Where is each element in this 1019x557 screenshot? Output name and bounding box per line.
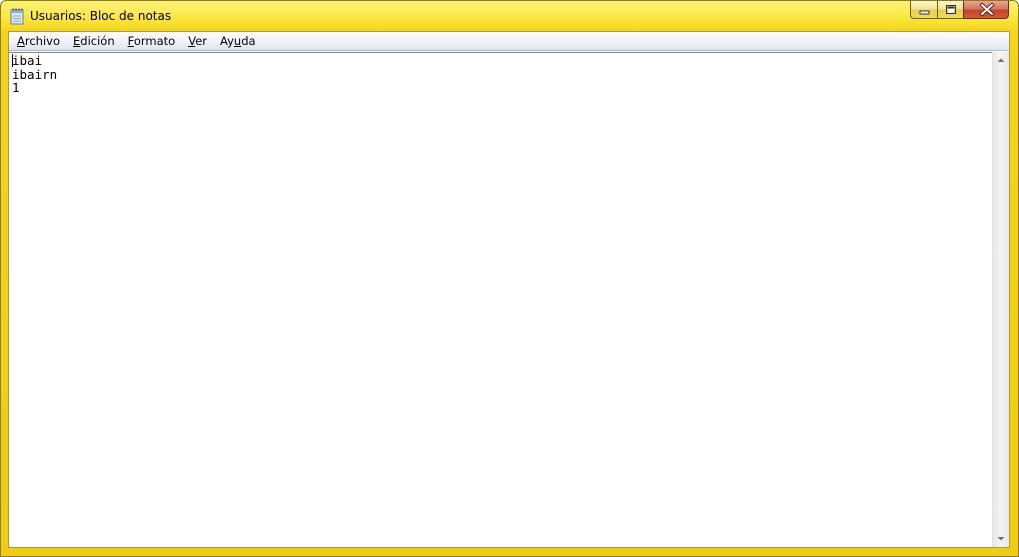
scroll-down-arrow-icon <box>997 537 1005 541</box>
minimize-icon <box>919 10 930 15</box>
menu-archivo-label: rchivo <box>24 34 60 48</box>
menu-ver-label: er <box>195 34 207 48</box>
text-editor[interactable]: ibai ibairn 1 <box>9 52 992 547</box>
caption-buttons <box>910 1 1009 21</box>
menu-edicion[interactable]: Edición <box>67 32 122 50</box>
close-icon <box>979 2 995 17</box>
vertical-scrollbar[interactable] <box>992 52 1009 547</box>
notepad-window: Usuarios: Bloc de notas Archivo Edición … <box>0 0 1019 557</box>
menu-bar: Archivo Edición Formato Ver Ayuda <box>9 32 1009 51</box>
title-bar[interactable]: Usuarios: Bloc de notas <box>1 1 1018 31</box>
menu-archivo-accel: A <box>17 34 25 48</box>
window-title: Usuarios: Bloc de notas <box>30 9 172 23</box>
client-area: Archivo Edición Formato Ver Ayuda ibai i… <box>8 31 1010 548</box>
menu-archivo[interactable]: Archivo <box>11 32 67 50</box>
menu-formato[interactable]: Formato <box>122 32 183 50</box>
menu-ver[interactable]: Ver <box>182 32 214 50</box>
menu-ayuda-label: da <box>241 34 256 48</box>
maximize-button[interactable] <box>937 1 963 19</box>
scroll-down-button[interactable] <box>993 530 1009 547</box>
scroll-up-button[interactable] <box>993 52 1009 69</box>
menu-formato-label: ormato <box>133 34 176 48</box>
menu-ayuda-pre: Ay <box>220 34 234 48</box>
scroll-up-arrow-icon <box>997 58 1005 62</box>
menu-edicion-label: dición <box>80 34 115 48</box>
menu-ayuda[interactable]: Ayuda <box>214 32 263 50</box>
editor-line-3: 1 <box>12 80 20 95</box>
minimize-button[interactable] <box>910 1 937 19</box>
notepad-icon <box>10 8 24 25</box>
restore-icon <box>946 5 956 14</box>
close-button[interactable] <box>963 1 1009 19</box>
